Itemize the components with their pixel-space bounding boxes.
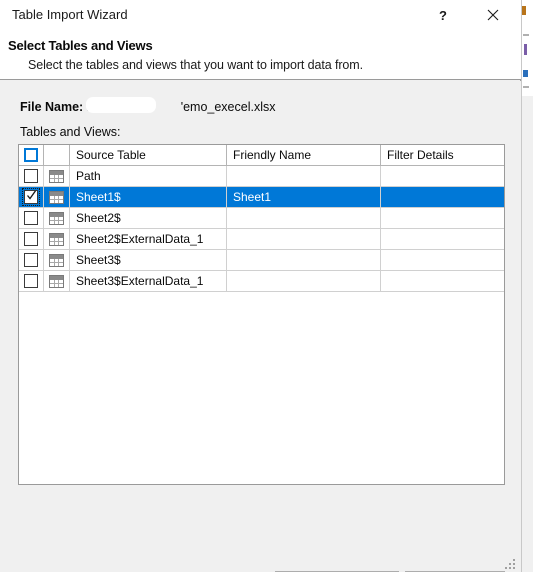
- row-checkbox[interactable]: [22, 188, 40, 206]
- page-subtitle: Select the tables and views that you wan…: [28, 58, 363, 72]
- help-button[interactable]: ?: [421, 0, 465, 30]
- column-label: Source Table: [76, 148, 146, 162]
- column-label: Friendly Name: [233, 148, 312, 162]
- table-row[interactable]: Sheet2$ExternalData_1: [19, 229, 504, 250]
- table-import-wizard-dialog: Table Import Wizard ? Select Tables and …: [0, 0, 521, 572]
- friendly-name-cell[interactable]: [227, 271, 381, 291]
- source-table-text: Sheet2$: [76, 211, 121, 225]
- file-name-suffix: 'emo_execel.xlsx: [180, 100, 276, 114]
- row-select-cell[interactable]: [19, 187, 44, 207]
- friendly-name-cell[interactable]: Sheet1: [227, 187, 381, 207]
- row-checkbox[interactable]: [24, 253, 38, 267]
- screen: Table Import Wizard ? Select Tables and …: [0, 0, 533, 572]
- filter-details-cell[interactable]: [381, 208, 504, 228]
- window-title: Table Import Wizard: [12, 7, 128, 22]
- filter-details-cell[interactable]: [381, 187, 504, 207]
- source-table-cell[interactable]: Path: [70, 166, 227, 186]
- friendly-name-cell[interactable]: [227, 250, 381, 270]
- source-table-text: Sheet3$: [76, 253, 121, 267]
- source-table-text: Path: [76, 169, 101, 183]
- table-icon: [49, 233, 64, 246]
- friendly-name-cell[interactable]: [227, 166, 381, 186]
- row-checkbox[interactable]: [24, 232, 38, 246]
- tables-grid[interactable]: Source Table Friendly Name Filter Detail…: [18, 144, 505, 485]
- source-table-cell[interactable]: Sheet2$: [70, 208, 227, 228]
- page-title: Select Tables and Views: [8, 38, 153, 53]
- row-icon-cell: [44, 271, 70, 291]
- row-icon-cell: [44, 208, 70, 228]
- source-table-cell[interactable]: Sheet2$ExternalData_1: [70, 229, 227, 249]
- table-row[interactable]: Sheet1$ Sheet1: [19, 187, 504, 208]
- source-table-cell[interactable]: Sheet3$ExternalData_1: [70, 271, 227, 291]
- select-all-checkbox[interactable]: [24, 148, 38, 162]
- header-friendly-name[interactable]: Friendly Name: [227, 145, 381, 165]
- source-table-text: Sheet1$: [76, 190, 121, 204]
- row-select-cell[interactable]: [19, 166, 44, 186]
- friendly-name-text: Sheet1: [233, 190, 272, 204]
- title-bar: Table Import Wizard ?: [0, 0, 521, 30]
- friendly-name-cell[interactable]: [227, 208, 381, 228]
- row-checkbox[interactable]: [24, 274, 38, 288]
- tables-and-views-label: Tables and Views:: [20, 125, 121, 139]
- source-table-text: Sheet2$ExternalData_1: [76, 232, 204, 246]
- table-row[interactable]: Sheet3$: [19, 250, 504, 271]
- header-select-all-cell[interactable]: [19, 145, 44, 165]
- checkmark-icon: [27, 190, 36, 201]
- row-icon-cell: [44, 166, 70, 186]
- grid-header-row: Source Table Friendly Name Filter Detail…: [19, 145, 504, 166]
- source-table-cell[interactable]: Sheet3$: [70, 250, 227, 270]
- grid-rows: Path Sheet1$ Sheet1 Sheet2$ Sheet2$ExternalD…: [19, 166, 504, 292]
- file-name-label: File Name:: [20, 100, 84, 114]
- table-row[interactable]: Sheet3$ExternalData_1: [19, 271, 504, 292]
- dialog-body: File Name: D 'emo_execel.xlsx Tables and…: [0, 81, 521, 572]
- filter-details-cell[interactable]: [381, 250, 504, 270]
- source-table-cell[interactable]: Sheet1$: [70, 187, 227, 207]
- table-icon: [49, 212, 64, 225]
- row-icon-cell: [44, 187, 70, 207]
- row-select-cell[interactable]: [19, 271, 44, 291]
- close-button[interactable]: [471, 0, 515, 30]
- filter-details-cell[interactable]: [381, 271, 504, 291]
- header-source-table[interactable]: Source Table: [70, 145, 227, 165]
- filter-details-cell[interactable]: [381, 229, 504, 249]
- close-icon: [487, 9, 499, 21]
- table-icon: [49, 254, 64, 267]
- wizard-header: Select Tables and Views Select the table…: [0, 30, 521, 80]
- row-checkbox[interactable]: [24, 211, 38, 225]
- background-window-sliver: [521, 0, 533, 572]
- table-icon: [49, 275, 64, 288]
- row-icon-cell: [44, 229, 70, 249]
- friendly-name-cell[interactable]: [227, 229, 381, 249]
- header-icon-cell: [44, 145, 70, 165]
- table-icon: [49, 170, 64, 183]
- row-checkbox[interactable]: [24, 169, 38, 183]
- filter-details-cell[interactable]: [381, 166, 504, 186]
- table-row[interactable]: Path: [19, 166, 504, 187]
- row-select-cell[interactable]: [19, 250, 44, 270]
- row-select-cell[interactable]: [19, 229, 44, 249]
- resize-grip[interactable]: [505, 557, 517, 569]
- source-table-text: Sheet3$ExternalData_1: [76, 274, 204, 288]
- row-select-cell[interactable]: [19, 208, 44, 228]
- table-row[interactable]: Sheet2$: [19, 208, 504, 229]
- question-mark-icon: ?: [439, 7, 447, 23]
- row-icon-cell: [44, 250, 70, 270]
- redaction-overlay: [86, 97, 156, 113]
- table-icon: [49, 191, 64, 204]
- column-label: Filter Details: [387, 148, 454, 162]
- header-filter-details[interactable]: Filter Details: [381, 145, 504, 165]
